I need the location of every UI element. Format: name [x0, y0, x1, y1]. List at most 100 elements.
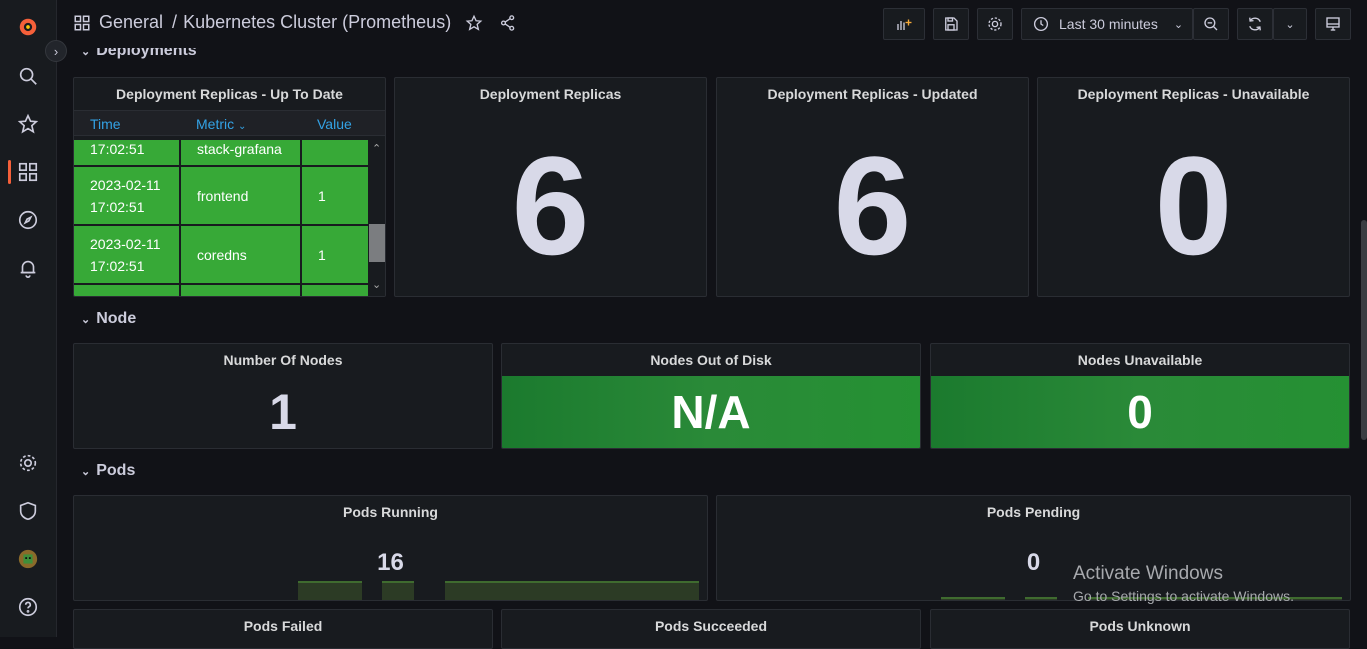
- sparkline-bar: [1025, 597, 1057, 600]
- top-navbar: General / Kubernetes Cluster (Prometheus…: [57, 0, 1367, 48]
- column-header-metric-label: Metric: [196, 116, 235, 132]
- grafana-logo-icon[interactable]: [16, 15, 40, 39]
- panel-title[interactable]: Number Of Nodes: [74, 352, 492, 368]
- view-mode-button[interactable]: [1315, 8, 1351, 40]
- cell-metric: stack-grafana: [181, 140, 300, 165]
- row-deployments[interactable]: ⌄ Deployments: [81, 48, 197, 60]
- panel-title[interactable]: Pods Pending: [717, 504, 1350, 520]
- add-panel-icon: [897, 19, 912, 30]
- time-range-picker[interactable]: Last 30 minutes ⌄: [1021, 8, 1193, 40]
- stat-value: 1: [269, 384, 297, 440]
- share-icon[interactable]: [499, 14, 517, 32]
- panel-title[interactable]: Deployment Replicas - Unavailable: [1038, 86, 1349, 102]
- dashboard-title[interactable]: Kubernetes Cluster (Prometheus): [183, 12, 451, 33]
- panel-title[interactable]: Deployment Replicas - Up To Date: [74, 86, 385, 102]
- sidebar: [0, 0, 57, 637]
- active-indicator: [8, 160, 11, 184]
- add-panel-button[interactable]: [883, 8, 925, 40]
- stat-value: 0: [1127, 386, 1153, 438]
- zoom-out-icon: [1204, 17, 1218, 31]
- sparkline-bar: [941, 597, 1005, 600]
- cell-time: 17:02:51: [74, 140, 179, 165]
- chevron-down-icon: ⌄: [81, 48, 91, 58]
- dashboards-icon[interactable]: [16, 160, 40, 184]
- user-avatar[interactable]: [16, 547, 40, 571]
- cell-metric: [181, 285, 300, 296]
- table-row[interactable]: 2023-02-11 17:02:51 frontend 1: [74, 167, 370, 225]
- page-scrollbar[interactable]: [1361, 220, 1367, 440]
- clock-icon: [1033, 16, 1049, 32]
- refresh-interval-dropdown[interactable]: ⌄: [1273, 8, 1307, 40]
- cell-time: [74, 285, 179, 296]
- panel-title[interactable]: Pods Succeeded: [502, 618, 920, 634]
- panel-title[interactable]: Nodes Unavailable: [931, 352, 1349, 368]
- column-header-time[interactable]: Time: [90, 116, 121, 132]
- panel-title[interactable]: Pods Running: [74, 504, 707, 520]
- chevron-down-icon: ⌄: [1285, 18, 1295, 31]
- search-icon[interactable]: [16, 64, 40, 88]
- save-dashboard-button[interactable]: [933, 8, 969, 40]
- row-pods[interactable]: ⌄ Pods: [81, 462, 135, 480]
- scroll-up-icon[interactable]: ⌃: [372, 142, 381, 155]
- cell-value: 1: [302, 167, 368, 224]
- table-row[interactable]: 17:02:51 stack-grafana: [74, 140, 370, 166]
- panel-pods-unknown: Pods Unknown: [930, 609, 1350, 649]
- panel-nodes-out-of-disk: Nodes Out of Disk N/A: [501, 343, 921, 449]
- panel-deployment-replicas: Deployment Replicas 6: [394, 77, 707, 297]
- starred-icon[interactable]: [16, 112, 40, 136]
- panel-title[interactable]: Deployment Replicas: [395, 86, 706, 102]
- scroll-thumb[interactable]: [369, 224, 385, 262]
- row-node-label: Node: [96, 310, 137, 327]
- dashboard-grid-icon: [74, 15, 90, 30]
- table-row[interactable]: [74, 285, 370, 296]
- cell-value: [302, 140, 368, 165]
- cell-time: 2023-02-11 17:02:51: [74, 226, 179, 283]
- alerting-bell-icon[interactable]: [16, 256, 40, 280]
- sparkline-bar: [445, 581, 699, 600]
- column-header-value[interactable]: Value: [317, 116, 352, 132]
- activate-windows-title: Activate Windows: [1073, 563, 1223, 584]
- table-header: Time Metric ⌄ Value: [74, 110, 385, 136]
- panel-title[interactable]: Deployment Replicas - Updated: [717, 86, 1028, 102]
- cell-value: 1: [302, 226, 368, 283]
- stat-value: 6: [833, 127, 912, 284]
- breadcrumb: General / Kubernetes Cluster (Prometheus…: [73, 12, 517, 33]
- sidebar-expand-chevron-icon[interactable]: ›: [45, 40, 67, 62]
- shield-icon[interactable]: [16, 499, 40, 523]
- settings-gear-icon[interactable]: [16, 451, 40, 475]
- explore-icon[interactable]: [16, 208, 40, 232]
- column-header-metric[interactable]: Metric ⌄: [196, 116, 246, 132]
- table-row[interactable]: 2023-02-11 17:02:51 coredns 1: [74, 226, 370, 284]
- panel-pods-failed: Pods Failed: [73, 609, 493, 649]
- star-icon[interactable]: [465, 14, 483, 32]
- deployments-row-clip: ⌄ Deployments: [57, 48, 1357, 62]
- table-body: 17:02:51 stack-grafana 2023-02-11 17:02:…: [74, 140, 370, 296]
- gear-icon: [988, 17, 1002, 31]
- panel-title[interactable]: Nodes Out of Disk: [502, 352, 920, 368]
- panel-deployment-replicas-updated: Deployment Replicas - Updated 6: [716, 77, 1029, 297]
- panel-pods-running: Pods Running 16: [73, 495, 708, 601]
- refresh-button[interactable]: [1237, 8, 1273, 40]
- scroll-down-icon[interactable]: ⌄: [372, 278, 381, 291]
- zoom-out-button[interactable]: [1193, 8, 1229, 40]
- stat-value: 0: [1154, 127, 1233, 284]
- panel-title[interactable]: Pods Unknown: [931, 618, 1349, 634]
- save-icon: [945, 17, 958, 31]
- cell-time-date: 2023-02-11: [90, 176, 161, 193]
- panel-pods-pending: Pods Pending 0: [716, 495, 1351, 601]
- cell-metric: coredns: [181, 226, 300, 283]
- cell-time-clock: 17:02:51: [90, 198, 145, 215]
- panel-pods-succeeded: Pods Succeeded: [501, 609, 921, 649]
- dashboard-settings-button[interactable]: [977, 8, 1013, 40]
- table-scrollbar[interactable]: ⌃ ⌄: [369, 140, 385, 296]
- monitor-icon: [1326, 17, 1340, 31]
- activate-windows-subtitle: Go to Settings to activate Windows.: [1073, 588, 1294, 604]
- row-node[interactable]: ⌄ Node: [81, 310, 136, 328]
- help-icon[interactable]: [16, 595, 40, 619]
- cell-value: [302, 285, 368, 296]
- breadcrumb-folder[interactable]: General: [99, 12, 163, 33]
- sort-chevron-icon: ⌄: [238, 121, 247, 132]
- panel-title[interactable]: Pods Failed: [74, 618, 492, 634]
- panel-number-of-nodes: Number Of Nodes 1: [73, 343, 493, 449]
- sparkline-bar: [382, 581, 414, 600]
